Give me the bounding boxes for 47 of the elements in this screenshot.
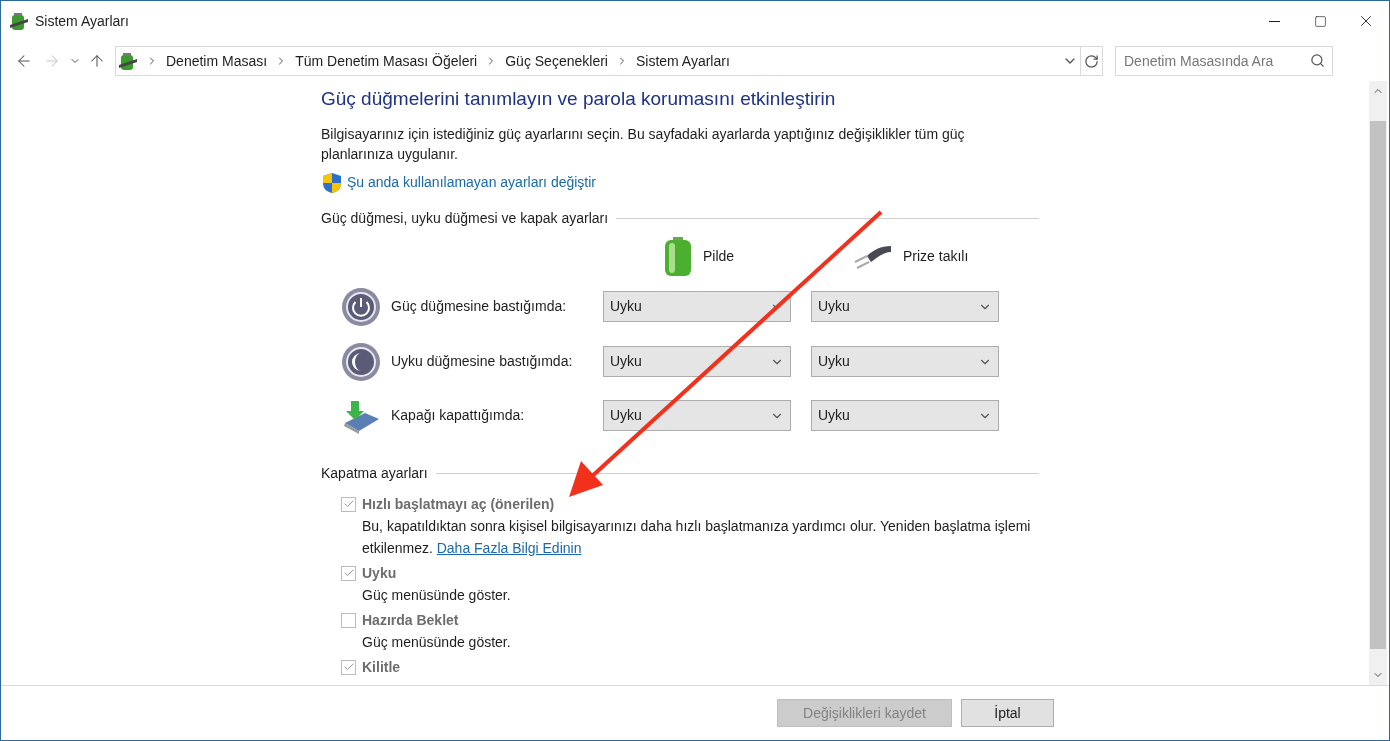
column-label: Prize takılı bbox=[903, 247, 969, 266]
battery-icon bbox=[663, 236, 693, 277]
option-description: Güç menüsünde göster. bbox=[361, 632, 512, 652]
scrollbar-thumb[interactable] bbox=[1370, 121, 1386, 649]
maximize-icon bbox=[1313, 14, 1327, 28]
setting-label: Uyku düğmesine bastığımda: bbox=[391, 352, 574, 371]
forward-arrow-icon bbox=[43, 52, 61, 70]
breadcrumb[interactable]: Denetim Masası bbox=[166, 50, 268, 72]
breadcrumb[interactable]: Güç Seçenekleri bbox=[505, 50, 608, 72]
action-dropdown[interactable]: Uyku bbox=[603, 346, 791, 377]
action-dropdown[interactable]: Uyku bbox=[811, 346, 999, 377]
check-icon bbox=[342, 567, 355, 579]
address-bar[interactable]: Denetim Masası Tüm Denetim Masası Öğeleri Güç Seçenekleri Sistem Ayarları bbox=[115, 46, 1103, 76]
section-title: Güç düğmesi, uyku düğmesi ve kapak ayarları bbox=[321, 208, 610, 228]
option-label: Hazırda Beklet bbox=[362, 610, 459, 630]
option-label: Kilitle bbox=[362, 657, 401, 677]
option-description: Güç menüsünde göster. bbox=[361, 585, 512, 605]
power-icon bbox=[341, 286, 381, 327]
location-icon bbox=[118, 51, 138, 71]
breadcrumb[interactable]: Tüm Denetim Masası Öğeleri bbox=[295, 50, 478, 72]
page-heading: Güç düğmelerini tanımlayın ve parola korumasını etkinleştirin bbox=[321, 87, 837, 111]
check-icon bbox=[342, 498, 355, 510]
app-icon bbox=[9, 11, 29, 31]
search-icon bbox=[1310, 53, 1325, 68]
minimize-icon bbox=[1268, 20, 1280, 22]
check-icon bbox=[342, 661, 355, 673]
breadcrumb[interactable]: Sistem Ayarları bbox=[635, 50, 730, 72]
scrollbar[interactable] bbox=[1369, 81, 1387, 685]
action-dropdown[interactable]: Uyku bbox=[811, 400, 999, 431]
action-dropdown[interactable]: Uyku bbox=[603, 291, 791, 322]
change-settings-link[interactable]: Şu anda kullanılamayan ayarları değiştir bbox=[321, 171, 597, 194]
action-dropdown[interactable]: Uyku bbox=[603, 400, 791, 431]
column-label: Pilde bbox=[703, 247, 735, 266]
option-description: Bu, kapatıldıktan sonra kişisel bilgisayarınızı daha hızlı başlatmanıza yardımcı olur. Yeniden başlatma işlemi etkilenmez. Daha Fazla Bilgi Edinin bbox=[361, 516, 1032, 558]
setting-label: Kapağı kapattığımda: bbox=[391, 406, 526, 425]
shield-icon bbox=[321, 171, 343, 194]
moon-icon bbox=[341, 341, 381, 382]
cancel-button[interactable]: İptal bbox=[961, 699, 1054, 727]
refresh-icon bbox=[1084, 53, 1099, 69]
action-dropdown[interactable]: Uyku bbox=[811, 291, 999, 322]
option-label: Uyku bbox=[362, 563, 397, 583]
option-label: Hızlı başlatmayı aç (önerilen) bbox=[362, 494, 555, 514]
intro-text: Bilgisayarınız için istediğiniz güç ayarlarını seçin. Bu sayfadaki ayarlarda yaptığınız değişiklikler tüm güç planlarınıza uygulanır. bbox=[321, 124, 966, 164]
section-title: Kapatma ayarları bbox=[321, 463, 429, 483]
search-field[interactable]: Denetim Masasında Ara bbox=[1115, 46, 1333, 76]
setting-label: Güç düğmesine bastığımda: bbox=[391, 297, 568, 316]
window-title: Sistem Ayarları bbox=[35, 11, 129, 31]
